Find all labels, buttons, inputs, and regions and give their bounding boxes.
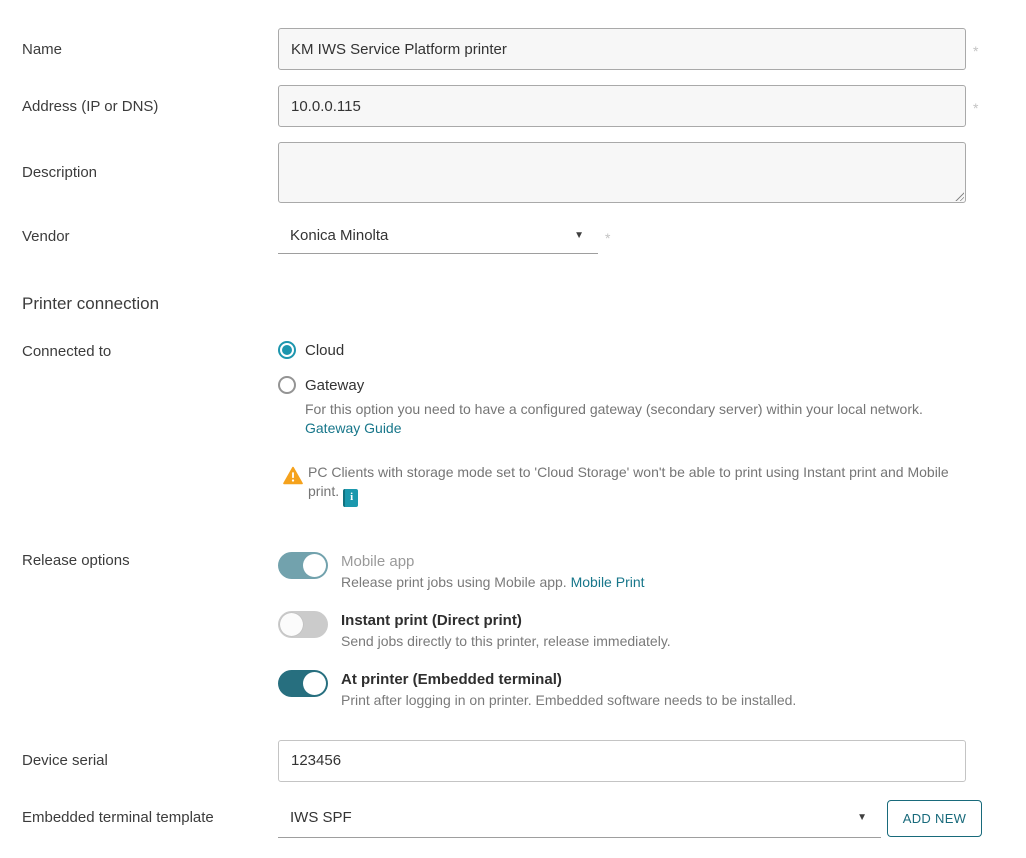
instant-print-toggle-row: Instant print (Direct print) Send jobs d…: [278, 609, 796, 651]
mobile-app-toggle[interactable]: [278, 551, 328, 579]
chevron-down-icon: ▼: [857, 811, 867, 823]
description-field-row: Description: [22, 142, 1004, 203]
warning-text: PC Clients with storage mode set to 'Clo…: [308, 464, 949, 499]
vendor-field-row: Vendor Konica Minolta ▼ *: [22, 218, 1004, 254]
embedded-terminal-template-select[interactable]: IWS SPF ▼: [278, 798, 881, 838]
required-asterisk: *: [605, 230, 611, 246]
radio-gateway-label: Gateway: [305, 376, 365, 394]
name-field-row: Name *: [22, 28, 1004, 70]
mobile-app-toggle-row: Mobile app Release print jobs using Mobi…: [278, 550, 796, 592]
vendor-label: Vendor: [22, 227, 70, 245]
cloud-storage-warning: PC Clients with storage mode set to 'Clo…: [283, 463, 964, 507]
release-options-row: Release options Mobile app Release print…: [22, 550, 1004, 710]
vendor-select[interactable]: Konica Minolta ▼: [278, 218, 598, 254]
toggle-knob: [303, 553, 326, 577]
device-serial-input[interactable]: [278, 739, 966, 782]
info-book-icon[interactable]: i: [343, 488, 359, 507]
device-serial-row: Device serial: [22, 739, 1004, 782]
instant-print-title: Instant print (Direct print): [341, 611, 522, 629]
mobile-app-description: Release print jobs using Mobile app.: [341, 573, 567, 590]
name-input[interactable]: [278, 28, 966, 70]
instant-print-description: Send jobs directly to this printer, rele…: [341, 632, 671, 649]
mobile-app-title: Mobile app: [341, 552, 415, 570]
radio-option-cloud[interactable]: Cloud: [278, 341, 964, 359]
printer-connection-heading: Printer connection: [22, 294, 160, 313]
warning-triangle-icon: [283, 466, 303, 485]
release-options-label: Release options: [22, 551, 130, 569]
required-asterisk: *: [973, 43, 979, 59]
gateway-help-text: For this option you need to have a confi…: [305, 401, 923, 417]
embedded-terminal-template-value: IWS SPF: [290, 808, 352, 826]
name-label: Name: [22, 40, 63, 58]
vendor-select-value: Konica Minolta: [290, 227, 389, 244]
address-field-row: Address (IP or DNS) *: [22, 85, 1004, 127]
radio-cloud[interactable]: [278, 341, 296, 359]
at-printer-toggle-row: At printer (Embedded terminal) Print aft…: [278, 668, 796, 710]
toggle-knob: [280, 612, 303, 636]
radio-cloud-label: Cloud: [305, 341, 345, 359]
address-label: Address (IP or DNS): [22, 97, 159, 115]
embedded-terminal-template-row: Embedded terminal template IWS SPF ▼ ADD…: [22, 798, 1004, 838]
at-printer-description: Print after logging in on printer. Embed…: [341, 691, 797, 708]
gateway-guide-link[interactable]: Gateway Guide: [305, 420, 964, 436]
radio-gateway[interactable]: [278, 376, 296, 394]
at-printer-toggle[interactable]: [278, 669, 328, 697]
add-new-button[interactable]: ADD NEW: [887, 799, 982, 837]
mobile-print-link[interactable]: Mobile Print: [571, 574, 645, 590]
chevron-down-icon: ▼: [574, 230, 584, 241]
at-printer-title: At printer (Embedded terminal): [341, 670, 562, 688]
toggle-knob: [303, 671, 326, 695]
radio-option-gateway[interactable]: Gateway: [278, 376, 964, 394]
address-input[interactable]: [278, 85, 966, 127]
connected-to-row: Connected to Cloud Gateway For this opti…: [22, 341, 1004, 507]
printer-settings-form: Name * Address (IP or DNS) * Description…: [0, 0, 1026, 838]
embedded-terminal-template-label: Embedded terminal template: [22, 809, 214, 826]
required-asterisk: *: [973, 100, 979, 116]
description-label: Description: [22, 164, 98, 181]
instant-print-toggle[interactable]: [278, 610, 328, 638]
connected-to-label: Connected to: [22, 343, 112, 360]
device-serial-label: Device serial: [22, 752, 108, 769]
description-textarea[interactable]: [278, 142, 966, 203]
